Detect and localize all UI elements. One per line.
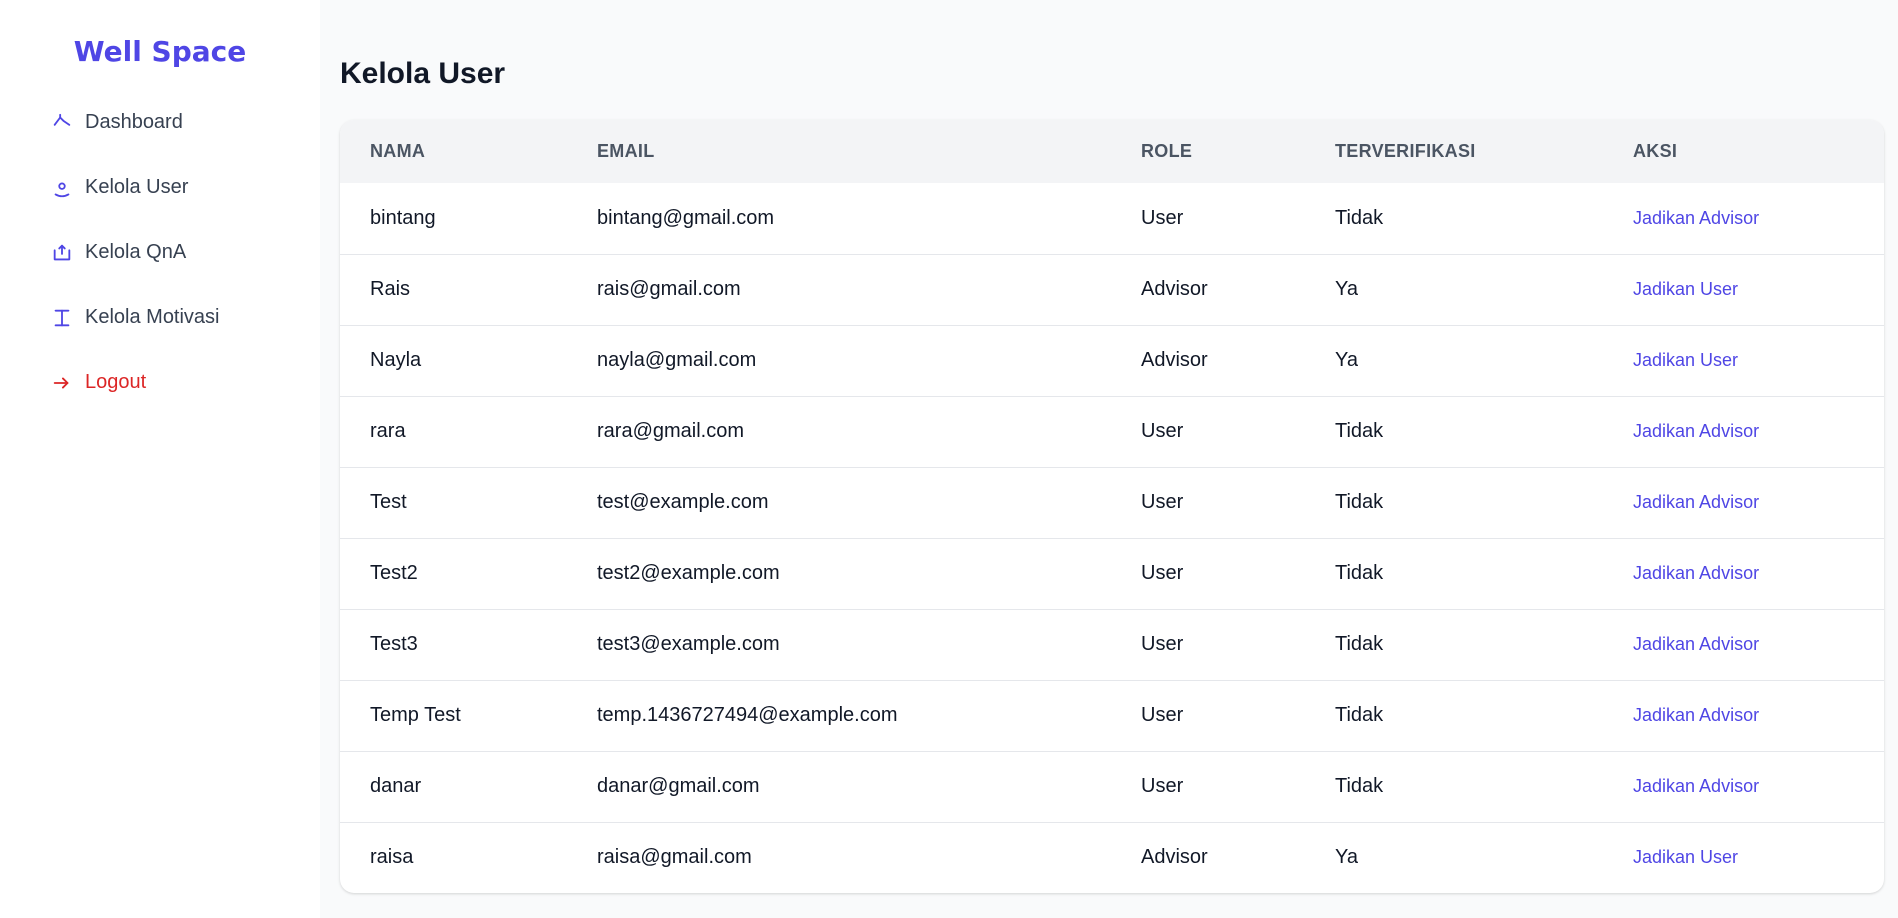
column-header-aksi: AKSI (1633, 141, 1678, 161)
table-row: raisa raisa@gmail.com Advisor Ya Jadikan… (340, 822, 1884, 893)
user-table: NAMA EMAIL ROLE TERVERIFIKASI AKSI binta… (340, 120, 1884, 893)
change-role-link[interactable]: Jadikan Advisor (1633, 492, 1759, 512)
cell-nama: raisa (370, 846, 414, 869)
table-header-row: NAMA EMAIL ROLE TERVERIFIKASI AKSI (340, 120, 1884, 183)
cell-nama: Test (370, 491, 407, 513)
cell-verified: Tidak (1335, 704, 1384, 726)
cell-role: User (1141, 562, 1184, 584)
dashboard-icon (50, 111, 74, 135)
motivation-icon (50, 306, 74, 330)
sidebar-item-kelola-qna[interactable]: Kelola QnA (50, 220, 320, 285)
change-role-link[interactable]: Jadikan Advisor (1633, 776, 1759, 796)
change-role-link[interactable]: Jadikan Advisor (1633, 634, 1759, 654)
change-role-link[interactable]: Jadikan User (1633, 350, 1738, 370)
cell-nama: Nayla (370, 349, 422, 371)
cell-action: Jadikan Advisor (1603, 609, 1884, 680)
table-row: Rais rais@gmail.com Advisor Ya Jadikan U… (340, 254, 1884, 325)
main-content: Kelola User NAMA EMAIL ROLE TERVERIFIKAS… (320, 0, 1898, 918)
change-role-link[interactable]: Jadikan User (1633, 847, 1738, 867)
cell-action: Jadikan Advisor (1603, 538, 1884, 609)
sidebar: Well Space Dashboard Kelola User Kelola … (0, 0, 320, 918)
cell-email: raisa@gmail.com (597, 846, 752, 869)
table-row: Test test@example.com User Tidak Jadikan… (340, 467, 1884, 538)
cell-verified: Ya (1335, 846, 1358, 869)
table-row: rara rara@gmail.com User Tidak Jadikan A… (340, 396, 1884, 467)
cell-role: User (1141, 633, 1184, 655)
cell-role: Advisor (1141, 349, 1208, 371)
cell-email: bintang@gmail.com (597, 206, 775, 229)
cell-action: Jadikan Advisor (1603, 467, 1884, 538)
cell-verified: Ya (1335, 278, 1358, 300)
cell-action: Jadikan Advisor (1603, 751, 1884, 822)
column-header-role: ROLE (1141, 141, 1193, 161)
cell-role: User (1141, 206, 1184, 229)
cell-verified: Tidak (1335, 420, 1384, 442)
cell-nama: Test2 (370, 562, 418, 584)
cell-role: User (1141, 491, 1184, 513)
cell-email: test@example.com (597, 491, 769, 513)
cell-action: Jadikan User (1603, 822, 1884, 893)
change-role-link[interactable]: Jadikan Advisor (1633, 563, 1759, 583)
cell-email: nayla@gmail.com (597, 349, 757, 371)
cell-role: User (1141, 704, 1184, 726)
cell-verified: Tidak (1335, 562, 1384, 584)
user-table-card: NAMA EMAIL ROLE TERVERIFIKASI AKSI binta… (340, 120, 1884, 893)
sidebar-item-label: Kelola QnA (85, 241, 187, 263)
cell-email: test3@example.com (597, 633, 780, 655)
table-row: danar danar@gmail.com User Tidak Jadikan… (340, 751, 1884, 822)
cell-nama: rara (370, 420, 406, 442)
change-role-link[interactable]: Jadikan Advisor (1633, 705, 1759, 725)
cell-email: rais@gmail.com (597, 278, 741, 300)
column-header-email: EMAIL (597, 141, 655, 161)
cell-verified: Tidak (1335, 633, 1384, 655)
cell-action: Jadikan Advisor (1603, 183, 1884, 254)
sidebar-item-kelola-user[interactable]: Kelola User (50, 155, 320, 220)
app: Well Space Dashboard Kelola User Kelola … (0, 0, 1898, 918)
table-row: Temp Test temp.1436727494@example.com Us… (340, 680, 1884, 751)
sidebar-item-dashboard[interactable]: Dashboard (50, 90, 320, 155)
cell-action: Jadikan User (1603, 254, 1884, 325)
qna-icon (50, 241, 74, 265)
cell-verified: Ya (1335, 349, 1358, 371)
column-header-terverifikasi: TERVERIFIKASI (1335, 141, 1476, 161)
sidebar-nav: Dashboard Kelola User Kelola QnA Kelola … (0, 90, 320, 415)
cell-action: Jadikan Advisor (1603, 680, 1884, 751)
logout-label: Logout (85, 371, 147, 393)
column-header-nama: NAMA (370, 141, 426, 161)
page-title: Kelola User (340, 57, 506, 90)
table-row: Test2 test2@example.com User Tidak Jadik… (340, 538, 1884, 609)
table-row: bintang bintang@gmail.com User Tidak Jad… (340, 183, 1884, 254)
cell-action: Jadikan User (1603, 325, 1884, 396)
cell-role: Advisor (1141, 278, 1208, 300)
cell-nama: Rais (370, 278, 411, 300)
cell-email: temp.1436727494@example.com (597, 704, 898, 726)
cell-email: rara@gmail.com (597, 420, 745, 442)
user-icon (50, 176, 74, 200)
change-role-link[interactable]: Jadikan User (1633, 279, 1738, 299)
cell-verified: Tidak (1335, 775, 1384, 797)
cell-verified: Tidak (1335, 491, 1384, 513)
change-role-link[interactable]: Jadikan Advisor (1633, 421, 1759, 441)
cell-email: danar@gmail.com (597, 775, 760, 797)
cell-nama: bintang (370, 206, 436, 229)
cell-role: User (1141, 775, 1184, 797)
table-row: Nayla nayla@gmail.com Advisor Ya Jadikan… (340, 325, 1884, 396)
sidebar-item-label: Kelola Motivasi (85, 306, 220, 328)
change-role-link[interactable]: Jadikan Advisor (1633, 208, 1759, 228)
cell-nama: danar (370, 775, 422, 797)
logout-button[interactable]: Logout (50, 350, 320, 415)
cell-nama: Test3 (370, 633, 418, 655)
cell-email: test2@example.com (597, 562, 780, 584)
sidebar-item-kelola-motivasi[interactable]: Kelola Motivasi (50, 285, 320, 350)
sidebar-item-label: Kelola User (85, 176, 189, 198)
cell-nama: Temp Test (370, 704, 461, 726)
logout-icon (50, 371, 74, 395)
cell-action: Jadikan Advisor (1603, 396, 1884, 467)
brand-logo[interactable]: Well Space (0, 30, 320, 74)
table-row: Test3 test3@example.com User Tidak Jadik… (340, 609, 1884, 680)
cell-verified: Tidak (1335, 206, 1384, 229)
cell-role: User (1141, 420, 1184, 442)
cell-role: Advisor (1141, 846, 1208, 869)
sidebar-item-label: Dashboard (85, 111, 183, 133)
